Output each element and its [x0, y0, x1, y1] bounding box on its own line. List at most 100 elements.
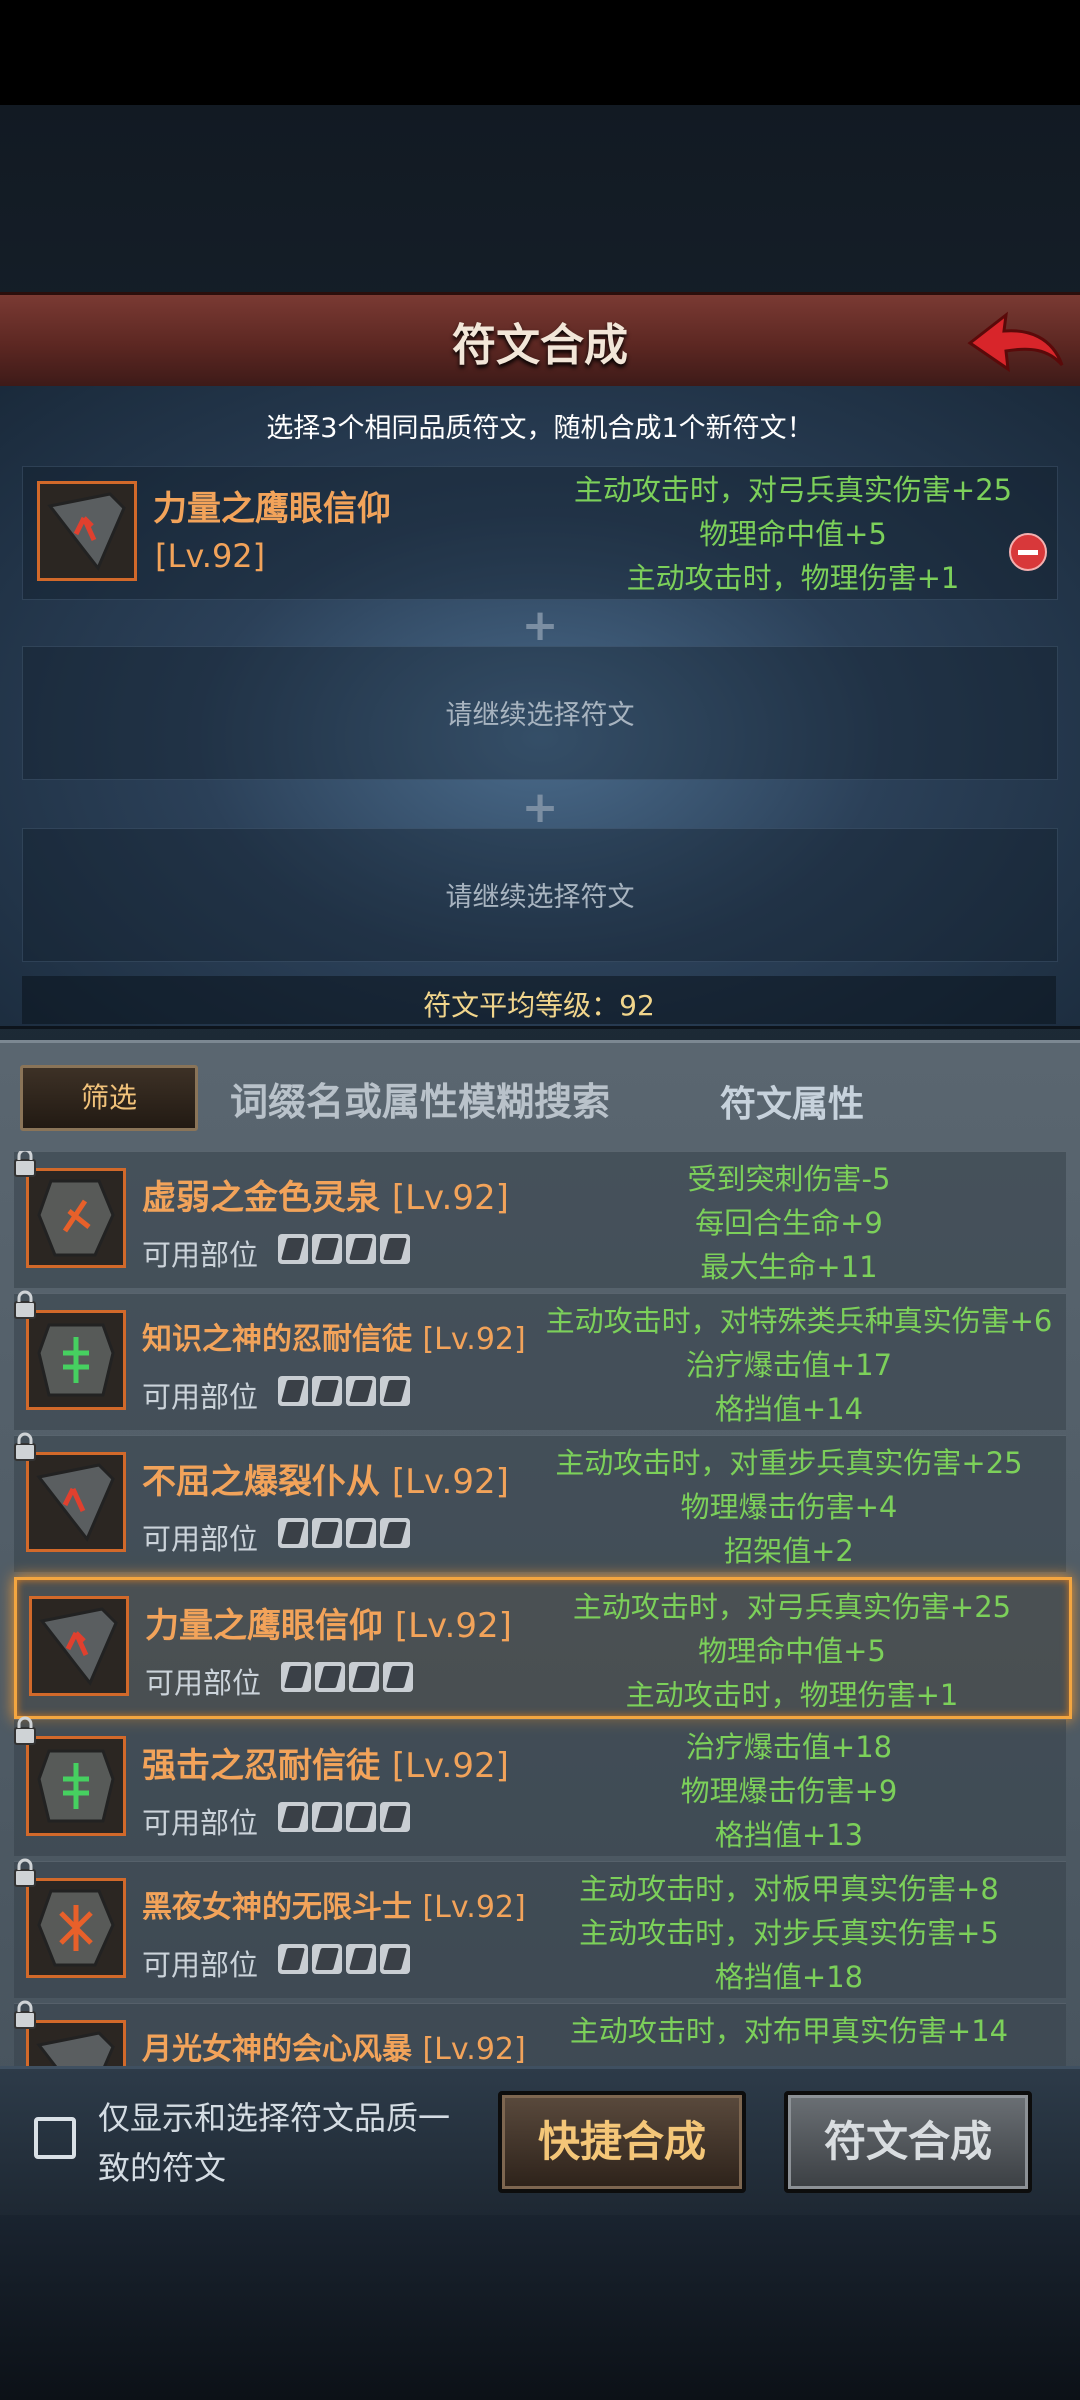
page-title: 符文合成 [452, 320, 628, 371]
rune-attr: 主动攻击时，对步兵真实伤害+5 [579, 1916, 999, 1950]
lock-icon[interactable] [12, 2000, 38, 2030]
ring-part-icon [383, 1662, 413, 1692]
armor-part-icon [312, 1234, 342, 1264]
rune-attr: 招架值+2 [724, 1534, 854, 1568]
rune-list-item[interactable]: 黑夜女神的无限斗士 [Lv.92] 可用部位 主动攻击时，对板甲真实伤害+8 主… [12, 1858, 1066, 1998]
rune-attr: 主动攻击时，物理伤害+1 [625, 1678, 959, 1712]
rune-icon [29, 1596, 129, 1696]
rune-attr: 每回合生命+9 [695, 1206, 883, 1240]
rune-icon [26, 1168, 126, 1268]
rune-list-item[interactable]: 不屈之爆裂仆从 [Lv.92] 可用部位 主动攻击时，对重步兵真实伤害+25 物… [12, 1432, 1066, 1572]
rune-list-item[interactable]: 强击之忍耐信徒 [Lv.92] 可用部位 治疗爆击值+18 物理爆击伤害+9 格… [12, 1716, 1066, 1856]
usable-parts-icons [278, 1944, 410, 1974]
armor-part-icon [315, 1662, 345, 1692]
rune-name: 知识之神的忍耐信徒 [Lv.92] [142, 1322, 526, 1357]
weapon-part-icon [278, 1376, 308, 1406]
rune-stone-icon [37, 1179, 115, 1257]
footer-bar: 仅显示和选择符文品质一致的符文 快捷合成 符文合成 [0, 2066, 1080, 2215]
compose-slot-3[interactable]: 请继续选择符文 [22, 828, 1058, 962]
rune-compose-button[interactable]: 符文合成 [784, 2091, 1032, 2193]
weapon-part-icon [278, 1802, 308, 1832]
rune-name: 虚弱之金色灵泉 [Lv.92] [142, 1178, 509, 1218]
compose-instruction: 选择3个相同品质符文，随机合成1个新符文！ [266, 413, 814, 444]
average-level-text: 符文平均等级：92 [423, 989, 655, 1022]
rune-attr: 主动攻击时，对重步兵真实伤害+25 [555, 1446, 1023, 1480]
weapon-part-icon [281, 1662, 311, 1692]
weapon-part-icon [278, 1234, 308, 1264]
lock-icon[interactable] [12, 1716, 38, 1746]
armor-part-icon [312, 1944, 342, 1974]
armor-part-icon [312, 1518, 342, 1548]
background-bottom [0, 2210, 1080, 2400]
slot-hint: 请继续选择符文 [445, 882, 635, 913]
ring-part-icon [380, 1944, 410, 1974]
rune-attr: 治疗爆击值+18 [685, 1730, 893, 1764]
slot-hint: 请继续选择符文 [445, 700, 635, 731]
usable-parts-icons [278, 1802, 410, 1832]
rune-list-item[interactable]: 虚弱之金色灵泉 [Lv.92] 可用部位 受到突刺伤害-5 每回合生命+9 最大… [14, 1151, 1066, 1288]
usable-parts-label: 可用部位 [142, 1380, 259, 1414]
quality-filter-label[interactable]: 仅显示和选择符文品质一致的符文 [98, 2093, 478, 2193]
ring-part-icon [380, 1234, 410, 1264]
rune-icon [37, 481, 137, 581]
rune-attr-1: 主动攻击时，对弓兵真实伤害+25 [573, 473, 1013, 507]
compose-slot-2[interactable]: 请继续选择符文 [22, 646, 1058, 780]
rune-attr: 最大生命+11 [700, 1250, 878, 1284]
rune-attr: 格挡值+13 [714, 1818, 864, 1852]
ring-part-icon [380, 1802, 410, 1832]
filter-button[interactable]: 筛选 [20, 1065, 198, 1131]
usable-parts-label: 可用部位 [145, 1666, 262, 1700]
rune-attr: 格挡值+18 [714, 1960, 864, 1994]
rune-attr-3: 主动攻击时，物理伤害+1 [626, 561, 960, 595]
search-input[interactable] [228, 1071, 692, 1133]
rune-icon [26, 1310, 126, 1410]
rune-stone-icon [39, 1607, 118, 1686]
armor-part-icon [312, 1376, 342, 1406]
rune-stone-icon [37, 1749, 115, 1823]
title-bar: 符文合成 [0, 292, 1080, 390]
rune-icon [26, 1452, 126, 1552]
usable-parts-label: 可用部位 [142, 1238, 259, 1272]
compose-slot-1[interactable]: 力量之鹰眼信仰 [Lv.92] 主动攻击时，对弓兵真实伤害+25 物理命中值+5… [22, 466, 1058, 600]
usable-parts-label: 可用部位 [142, 1522, 259, 1556]
usable-parts-label: 可用部位 [142, 1948, 259, 1982]
lock-icon[interactable] [12, 1151, 38, 1178]
lock-icon[interactable] [12, 1290, 38, 1320]
glove-part-icon [346, 1802, 376, 1832]
plus-icon: + [521, 600, 559, 651]
rune-name: 力量之鹰眼信仰 [Lv.92] [145, 1606, 512, 1646]
remove-rune-button[interactable] [1009, 533, 1047, 571]
lock-icon[interactable] [12, 1858, 38, 1888]
ring-part-icon [380, 1518, 410, 1548]
rune-stone-icon [36, 1463, 115, 1542]
rune-list-item-selected[interactable]: 力量之鹰眼信仰 [Lv.92] 可用部位 主动攻击时，对弓兵真实伤害+25 物理… [14, 1577, 1072, 1719]
glove-part-icon [346, 1944, 376, 1974]
glove-part-icon [346, 1376, 376, 1406]
glove-part-icon [349, 1662, 379, 1692]
glove-part-icon [346, 1518, 376, 1548]
weapon-part-icon [278, 1518, 308, 1548]
rune-attribute-tab[interactable]: 符文属性 [720, 1075, 864, 1127]
rune-attr: 主动攻击时，对布甲真实伤害+14 [569, 2014, 1009, 2048]
rune-list-item[interactable]: 知识之神的忍耐信徒 [Lv.92] 可用部位 主动攻击时，对特殊类兵种真实伤害+… [12, 1290, 1066, 1430]
rune-name: 不屈之爆裂仆从 [Lv.92] [142, 1462, 509, 1502]
rune-stone-icon [37, 1323, 115, 1397]
rune-attr: 主动攻击时，对弓兵真实伤害+25 [572, 1590, 1012, 1624]
lock-icon[interactable] [12, 1432, 38, 1462]
rune-name: 黑夜女神的无限斗士 [Lv.92] [142, 1890, 526, 1925]
compose-panel: 选择3个相同品质符文，随机合成1个新符文！ 力量之鹰眼信仰 [Lv.92] 主动… [0, 386, 1080, 1029]
glove-part-icon [346, 1234, 376, 1264]
rune-attr: 格挡值+14 [714, 1392, 864, 1426]
armor-part-icon [312, 1802, 342, 1832]
rune-attr-2: 物理命中值+5 [699, 517, 887, 551]
rune-name: 强击之忍耐信徒 [Lv.92] [142, 1746, 509, 1786]
usable-parts-icons [278, 1376, 410, 1406]
ring-part-icon [380, 1376, 410, 1406]
quick-compose-button[interactable]: 快捷合成 [498, 2091, 746, 2193]
back-button[interactable] [966, 301, 1066, 381]
quality-filter-checkbox[interactable] [34, 2117, 76, 2159]
rune-list[interactable]: 虚弱之金色灵泉 [Lv.92] 可用部位 受到突刺伤害-5 每回合生命+9 最大… [0, 1151, 1080, 2095]
rune-name: 力量之鹰眼信仰 [153, 489, 391, 529]
rune-attr: 主动攻击时，对特殊类兵种真实伤害+6 [545, 1304, 1053, 1338]
rune-name: 月光女神的会心风暴 [Lv.92] [142, 2032, 526, 2067]
